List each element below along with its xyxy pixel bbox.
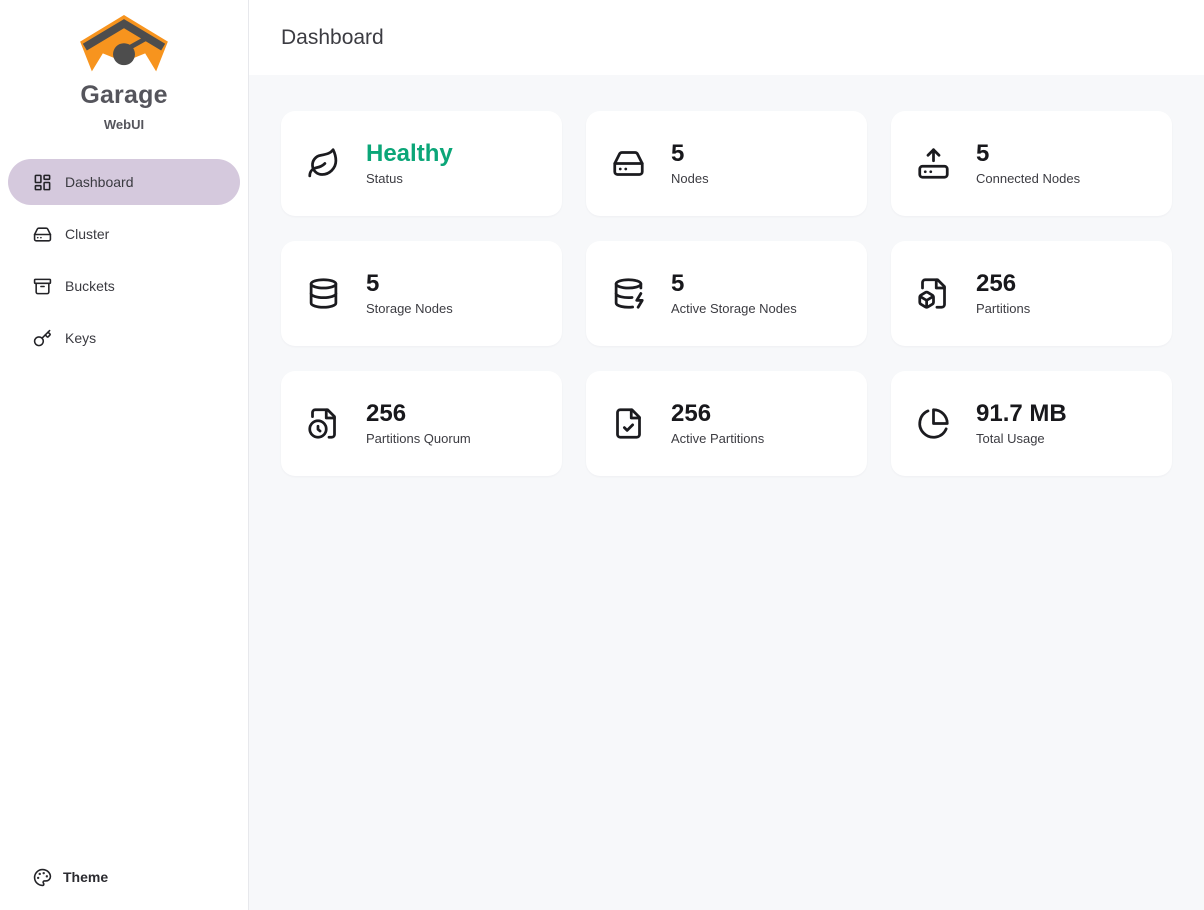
leaf-icon [307, 147, 340, 180]
stat-value: 5 [976, 141, 1080, 167]
stat-card-active-storage-nodes: 5 Active Storage Nodes [586, 241, 867, 346]
stat-value: Healthy [366, 141, 453, 167]
hard-drive-upload-icon [917, 147, 950, 180]
sidebar: Garage WebUI Dashboard Cluster Buckets Keys… [0, 0, 249, 910]
stat-value: 256 [976, 271, 1030, 297]
top-bar: Dashboard [249, 0, 1204, 75]
file-check-icon [612, 407, 645, 440]
app-name: Garage [0, 81, 248, 110]
stat-label: Status [366, 171, 453, 186]
stats-grid: Healthy Status 5 Nodes 5 Connected Nodes 5 Stor… [281, 111, 1172, 476]
sidebar-footer: Theme [0, 854, 248, 910]
stat-card-nodes: 5 Nodes [586, 111, 867, 216]
stat-card-connected-nodes: 5 Connected Nodes [891, 111, 1172, 216]
stat-label: Connected Nodes [976, 171, 1080, 186]
app-subtitle: WebUI [0, 117, 248, 132]
sidebar-item-cluster[interactable]: Cluster [8, 211, 240, 257]
stat-label: Nodes [671, 171, 709, 186]
stat-label: Active Storage Nodes [671, 301, 797, 316]
sidebar-nav: Dashboard Cluster Buckets Keys [0, 159, 248, 361]
sidebar-item-label: Cluster [65, 226, 109, 242]
stat-value: 91.7 MB [976, 401, 1067, 427]
garage-logo [77, 63, 171, 80]
database-zap-icon [612, 277, 645, 310]
stat-value: 5 [671, 141, 709, 167]
archive-icon [33, 277, 52, 296]
stat-card-partitions-quorum: 256 Partitions Quorum [281, 371, 562, 476]
stat-value: 5 [366, 271, 453, 297]
sidebar-item-dashboard[interactable]: Dashboard [8, 159, 240, 205]
stat-label: Total Usage [976, 431, 1067, 446]
sidebar-item-buckets[interactable]: Buckets [8, 263, 240, 309]
stat-value: 5 [671, 271, 797, 297]
hard-drive-icon [612, 147, 645, 180]
stat-card-storage-nodes: 5 Storage Nodes [281, 241, 562, 346]
stat-card-total-usage: 91.7 MB Total Usage [891, 371, 1172, 476]
page-title: Dashboard [281, 26, 384, 50]
stat-card-active-partitions: 256 Active Partitions [586, 371, 867, 476]
file-box-icon [917, 277, 950, 310]
logo-area: Garage WebUI [0, 0, 248, 132]
main-area: Dashboard Healthy Status 5 Nodes 5 Connected … [249, 0, 1204, 910]
stat-label: Active Partitions [671, 431, 764, 446]
sidebar-item-label: Dashboard [65, 174, 134, 190]
stat-label: Partitions Quorum [366, 431, 471, 446]
key-icon [33, 329, 52, 348]
stat-label: Storage Nodes [366, 301, 453, 316]
file-clock-icon [307, 407, 340, 440]
layout-dashboard-icon [33, 173, 52, 192]
database-icon [307, 277, 340, 310]
sidebar-item-label: Buckets [65, 278, 115, 294]
dashboard-content: Healthy Status 5 Nodes 5 Connected Nodes 5 Stor… [249, 75, 1204, 910]
theme-button[interactable]: Theme [8, 854, 240, 900]
sidebar-item-keys[interactable]: Keys [8, 315, 240, 361]
stat-card-partitions: 256 Partitions [891, 241, 1172, 346]
theme-button-label: Theme [63, 869, 108, 885]
hard-drive-icon [33, 225, 52, 244]
palette-icon [33, 868, 52, 887]
pie-chart-icon [917, 407, 950, 440]
stat-card-status: Healthy Status [281, 111, 562, 216]
stat-value: 256 [366, 401, 471, 427]
stat-value: 256 [671, 401, 764, 427]
sidebar-item-label: Keys [65, 330, 96, 346]
stat-label: Partitions [976, 301, 1030, 316]
